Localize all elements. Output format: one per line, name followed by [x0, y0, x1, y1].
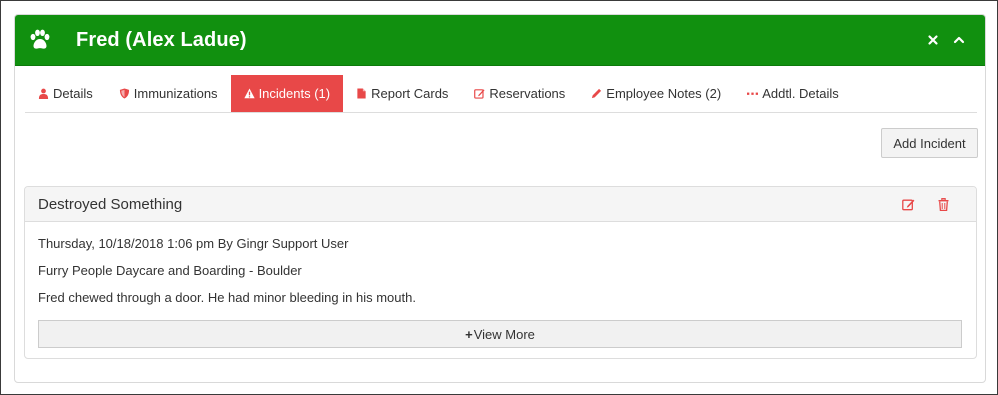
tab-label: Details [53, 86, 93, 101]
profile-tabs: Details Immunizations Incidents (1) Repo… [25, 75, 977, 113]
edit-icon [474, 89, 485, 99]
tab-label: Addtl. Details [762, 86, 839, 101]
tab-label: Report Cards [371, 86, 449, 101]
tab-label: Reservations [489, 86, 566, 101]
tab-label: Incidents (1) [258, 86, 331, 101]
tab-label: Immunizations [133, 86, 218, 101]
tab-reservations[interactable]: Reservations [461, 75, 578, 112]
incident-actions [902, 197, 976, 211]
add-incident-button[interactable]: Add Incident [881, 128, 978, 158]
incident-card: Destroyed Something Thursday, 10/18/2018… [24, 186, 977, 359]
warning-icon [243, 88, 255, 99]
view-more-button[interactable]: + View More [38, 320, 962, 348]
incident-card-header: Destroyed Something [25, 187, 976, 222]
user-icon [38, 88, 49, 99]
tab-details[interactable]: Details [25, 75, 106, 112]
edit-icon[interactable] [902, 198, 915, 211]
pet-profile-panel: Fred (Alex Ladue) Details Immunizations … [14, 14, 986, 383]
tab-addtl-details[interactable]: Addtl. Details [734, 75, 852, 112]
plus-icon: + [465, 326, 473, 342]
close-icon[interactable] [927, 34, 939, 46]
incident-description: Fred chewed through a door. He had minor… [38, 290, 416, 305]
trash-icon[interactable] [937, 197, 950, 211]
incident-body: Thursday, 10/18/2018 1:06 pm By Gingr Su… [25, 222, 976, 348]
panel-header: Fred (Alex Ladue) [15, 15, 985, 66]
incident-location: Furry People Daycare and Boarding - Boul… [38, 263, 302, 278]
chevron-up-icon[interactable] [953, 34, 965, 46]
tab-incidents[interactable]: Incidents (1) [230, 75, 344, 112]
tab-report-cards[interactable]: Report Cards [343, 75, 461, 112]
incident-datetime: Thursday, 10/18/2018 1:06 pm By Gingr Su… [38, 236, 349, 251]
view-more-label: View More [473, 326, 535, 342]
window-frame: Fred (Alex Ladue) Details Immunizations … [0, 0, 998, 395]
file-icon [357, 88, 366, 99]
header-actions [927, 34, 985, 46]
tab-label: Employee Notes (2) [606, 86, 722, 101]
pencil-icon [592, 88, 602, 99]
incident-title: Destroyed Something [38, 195, 183, 213]
tab-employee-notes[interactable]: Employee Notes (2) [578, 75, 734, 112]
ellipsis-icon [747, 92, 759, 95]
shield-icon [119, 88, 129, 99]
pet-name-title: Fred (Alex Ladue) [76, 28, 247, 51]
paw-icon [30, 29, 50, 49]
tab-immunizations[interactable]: Immunizations [106, 75, 231, 112]
